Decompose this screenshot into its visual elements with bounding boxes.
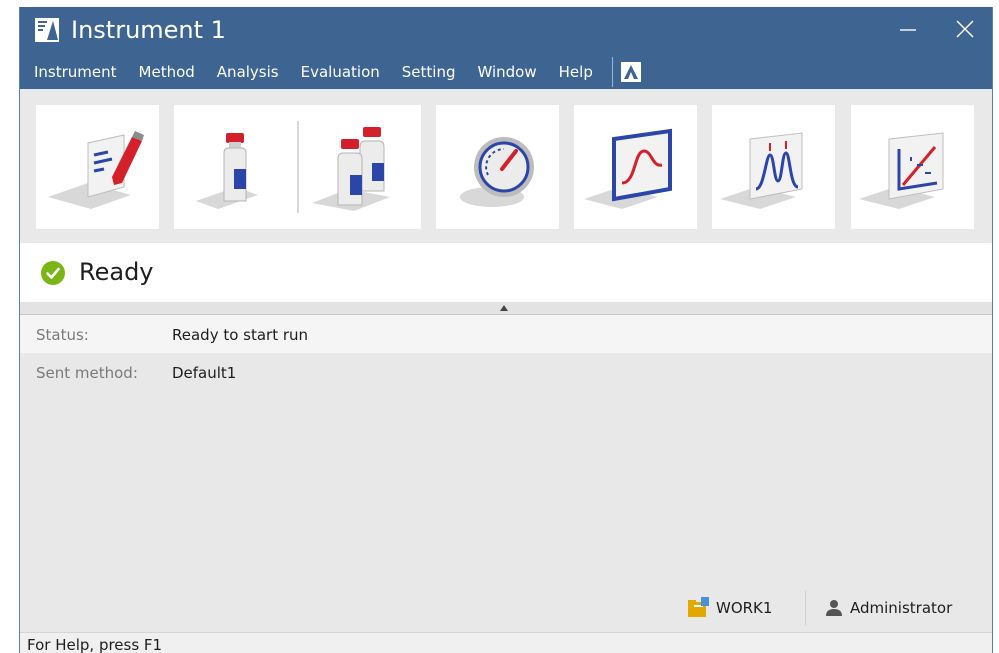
batch-run-icon: [312, 127, 390, 211]
menu-setting[interactable]: Setting: [391, 59, 467, 85]
detail-value: Ready to start run: [172, 326, 309, 344]
status-panel: Ready: [20, 243, 992, 302]
menu-bar: Instrument Method Analysis Evaluation Se…: [20, 57, 641, 87]
menu-separator: [611, 57, 613, 87]
instrument-monitor-button[interactable]: [436, 105, 559, 229]
check-circle-icon: [41, 261, 65, 285]
title-bar[interactable]: Instrument 1 Instrument Method Analysis …: [20, 7, 992, 89]
calibration-button[interactable]: [851, 105, 974, 229]
menu-analysis[interactable]: Analysis: [206, 59, 290, 85]
method-edit-icon: [48, 131, 144, 209]
status-text: Ready: [79, 258, 154, 286]
folder-icon: [688, 597, 709, 617]
details-panel: Status: Ready to start run Sent method: …: [20, 315, 992, 633]
peak-chromatogram-icon: [720, 132, 803, 209]
collapse-splitter[interactable]: [20, 302, 992, 315]
status-bar: For Help, press F1: [20, 632, 992, 653]
toolbar: [20, 89, 992, 243]
instrument-window: Instrument 1 Instrument Method Analysis …: [19, 7, 993, 653]
user-icon: [826, 600, 842, 616]
instrument-monitor-icon: [460, 137, 534, 207]
data-analysis-icon: [584, 128, 672, 209]
close-icon[interactable]: [953, 17, 977, 41]
run-group: [174, 105, 421, 229]
brand-logo-icon[interactable]: [620, 62, 641, 82]
user-name: Administrator: [850, 599, 953, 617]
method-edit-button[interactable]: [36, 105, 159, 229]
menu-method[interactable]: Method: [128, 59, 206, 85]
workspace-indicator[interactable]: WORK1: [686, 593, 772, 623]
app-logo-icon: [35, 18, 59, 42]
help-hint: For Help, press F1: [27, 636, 163, 653]
menu-help[interactable]: Help: [548, 59, 604, 85]
single-run-button[interactable]: [174, 105, 297, 229]
detail-label: Status:: [36, 326, 89, 344]
batch-run-button[interactable]: [298, 105, 421, 229]
window-title: Instrument 1: [71, 16, 226, 44]
collapse-up-icon[interactable]: [500, 305, 508, 311]
user-indicator[interactable]: Administrator: [824, 593, 952, 623]
footer-divider: [805, 591, 806, 625]
detail-label: Sent method:: [36, 364, 138, 382]
menu-window[interactable]: Window: [466, 59, 547, 85]
single-run-icon: [196, 133, 258, 209]
detail-row-status: Status: Ready to start run: [20, 315, 992, 353]
data-analysis-button[interactable]: [574, 105, 697, 229]
workspace-name: WORK1: [716, 599, 773, 617]
detail-value: Default1: [172, 364, 237, 382]
menu-evaluation[interactable]: Evaluation: [290, 59, 391, 85]
minimize-icon[interactable]: [896, 17, 920, 41]
calibration-icon: [859, 132, 944, 209]
detail-row-sent-method: Sent method: Default1: [20, 353, 992, 391]
chromatogram-button[interactable]: [712, 105, 835, 229]
menu-instrument[interactable]: Instrument: [20, 59, 128, 85]
